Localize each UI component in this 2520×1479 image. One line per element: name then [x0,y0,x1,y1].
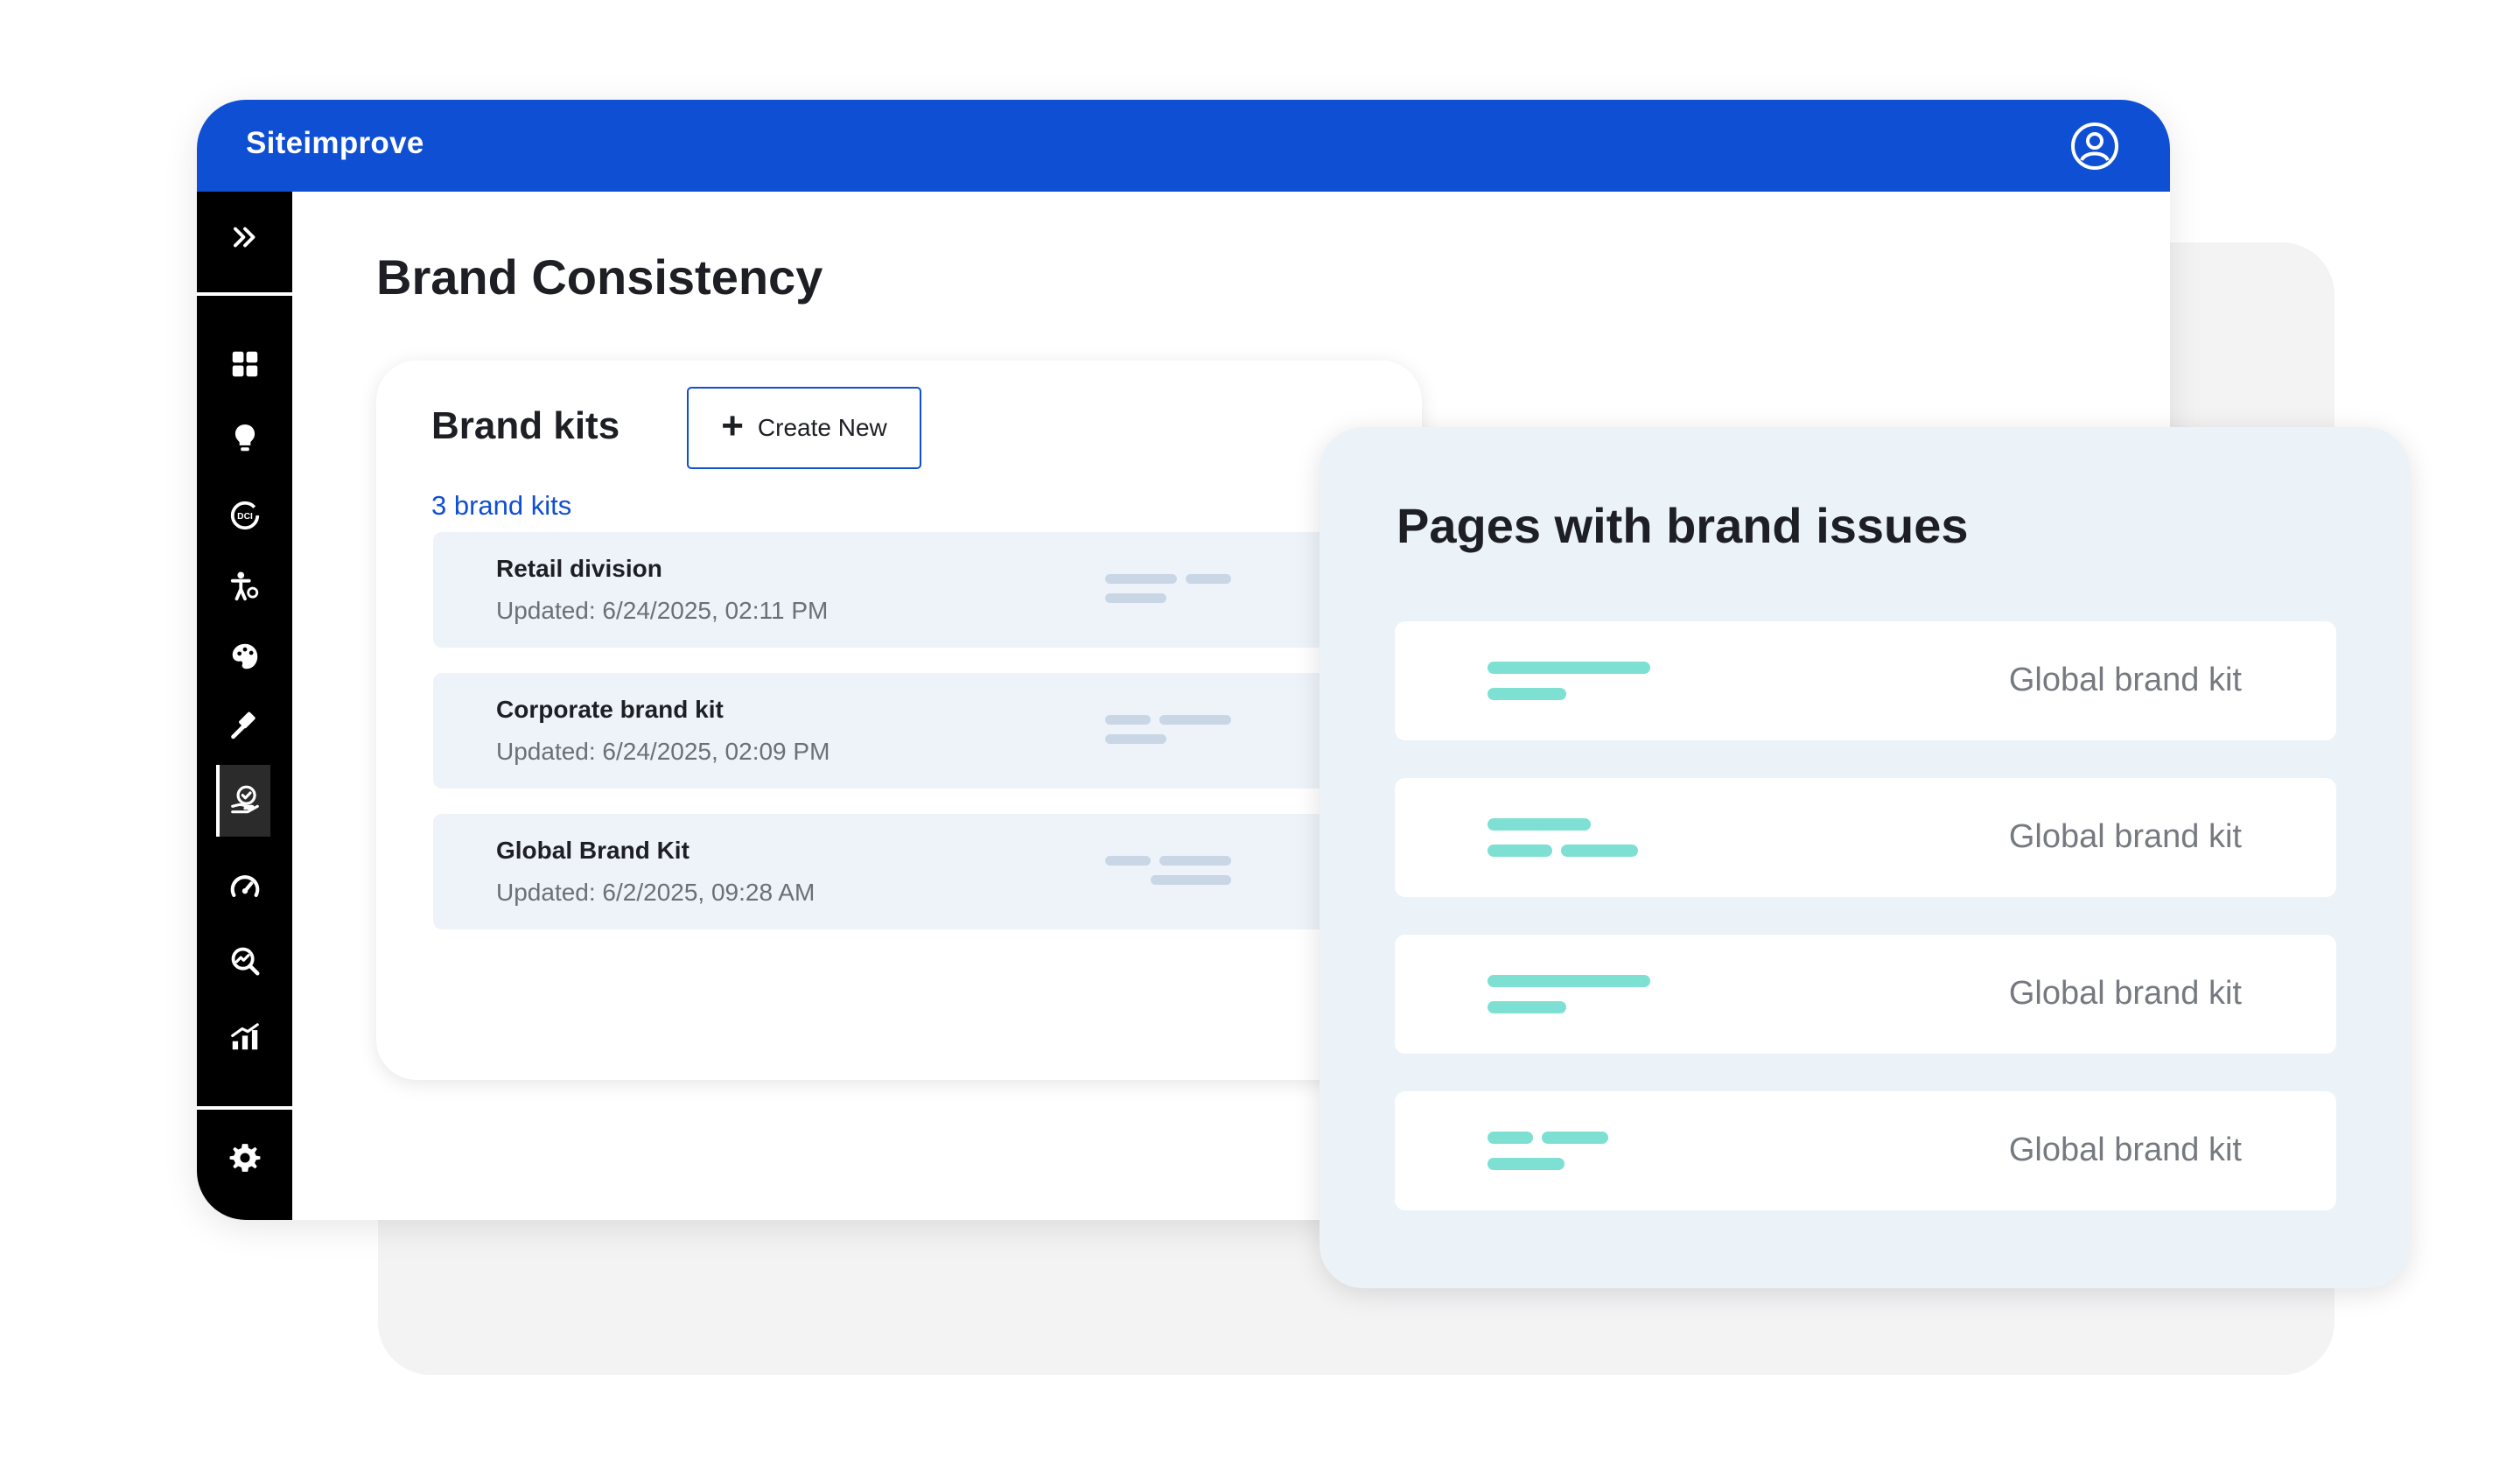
sidebar-expand-button[interactable] [218,210,272,264]
brand-kits-count-link[interactable]: 3 brand kits [431,490,571,522]
skeleton-line [1488,1132,1533,1144]
skeleton-line [1159,715,1231,725]
skeleton-line [1561,845,1638,857]
brand-kit-name: Global Brand Kit [496,837,690,864]
sidebar-item-brand-design[interactable] [218,629,272,683]
dashboard-grid-icon [232,351,258,377]
brand-kit-updated: Updated: 6/24/2025, 02:11 PM [496,597,829,624]
brand-kit-row[interactable]: Retail division Updated: 6/24/2025, 02:1… [433,532,1422,648]
top-bar: Siteimprove [197,100,2170,192]
page-title: Brand Consistency [376,249,823,305]
skeleton-line [1159,856,1231,866]
chevron-double-right-icon [234,227,256,248]
dci-score-icon: DCI [230,501,260,530]
issue-page-row[interactable]: Global brand kit [1395,621,2336,740]
skeleton-line [1488,845,1552,857]
skeleton-line [1151,875,1231,885]
sidebar-item-seo[interactable] [218,934,272,988]
skeleton-line [1488,1158,1564,1170]
skeleton-line [1186,574,1231,584]
skeleton-line [1105,715,1151,725]
issue-page-row[interactable]: Global brand kit [1395,778,2336,897]
skeleton-line [1542,1132,1608,1144]
seo-search-icon [231,947,260,976]
brand-kit-updated: Updated: 6/24/2025, 02:09 PM [496,738,830,765]
brand-kit-row[interactable]: Global Brand Kit Updated: 6/2/2025, 09:2… [433,814,1422,929]
create-new-label: Create New [757,414,887,441]
lightbulb-icon [234,424,256,452]
sidebar-divider [197,1106,292,1110]
brand-kit-row[interactable]: Corporate brand kit Updated: 6/24/2025, … [433,673,1422,789]
sidebar-item-insights[interactable] [218,411,272,466]
accessibility-person-icon [230,571,259,601]
analytics-chart-icon [231,1023,259,1050]
brand-kit-name: Retail division [496,555,662,582]
sidebar-item-performance[interactable] [218,861,272,915]
gavel-icon [231,711,256,740]
issue-page-row[interactable]: Global brand kit [1395,935,2336,1054]
skeleton-line [1105,856,1151,866]
brand-consistency-icon [231,785,259,814]
issue-brand-kit-label: Global brand kit [2008,818,2242,855]
palette-icon [232,643,258,669]
plus-icon: + [721,404,744,447]
svg-text:DCI: DCI [237,512,253,522]
issue-page-row[interactable]: Global brand kit [1395,1091,2336,1210]
skeleton-line [1488,975,1650,987]
issue-brand-kit-label: Global brand kit [2008,1132,2242,1168]
skeleton-line [1105,593,1166,603]
pages-with-brand-issues-panel: Pages with brand issues Global brand kit… [1320,427,2410,1288]
create-new-button[interactable]: + Create New [687,387,921,469]
brand-kits-card: Brand kits + Create New 3 brand kits Ret… [376,361,1422,1080]
sidebar-item-brand-consistency[interactable] [216,765,270,837]
sidebar: DCI [197,192,292,1220]
brand-kit-name: Corporate brand kit [496,696,724,723]
sidebar-item-policy[interactable] [218,699,272,754]
skeleton-line [1488,688,1566,700]
brand-kits-heading: Brand kits [431,404,620,447]
skeleton-line [1105,734,1166,744]
user-circle-icon[interactable] [2070,122,2119,171]
sidebar-item-dashboard[interactable] [218,337,272,391]
sidebar-item-settings[interactable] [218,1131,272,1185]
sidebar-item-accessibility[interactable] [218,559,272,613]
sidebar-item-analytics[interactable] [218,1010,272,1064]
issue-brand-kit-label: Global brand kit [2008,975,2242,1012]
sidebar-item-dci[interactable]: DCI [218,488,272,543]
issues-panel-title: Pages with brand issues [1396,498,1969,553]
app-logo-text: Siteimprove [246,126,424,160]
speedometer-icon [230,875,260,897]
skeleton-line [1488,818,1591,831]
skeleton-line [1488,662,1650,674]
skeleton-line [1105,574,1177,584]
issue-brand-kit-label: Global brand kit [2008,662,2242,698]
skeleton-line [1488,1001,1566,1013]
brand-kit-updated: Updated: 6/2/2025, 09:28 AM [496,879,816,906]
sidebar-divider [197,292,292,296]
gear-icon [229,1144,261,1172]
